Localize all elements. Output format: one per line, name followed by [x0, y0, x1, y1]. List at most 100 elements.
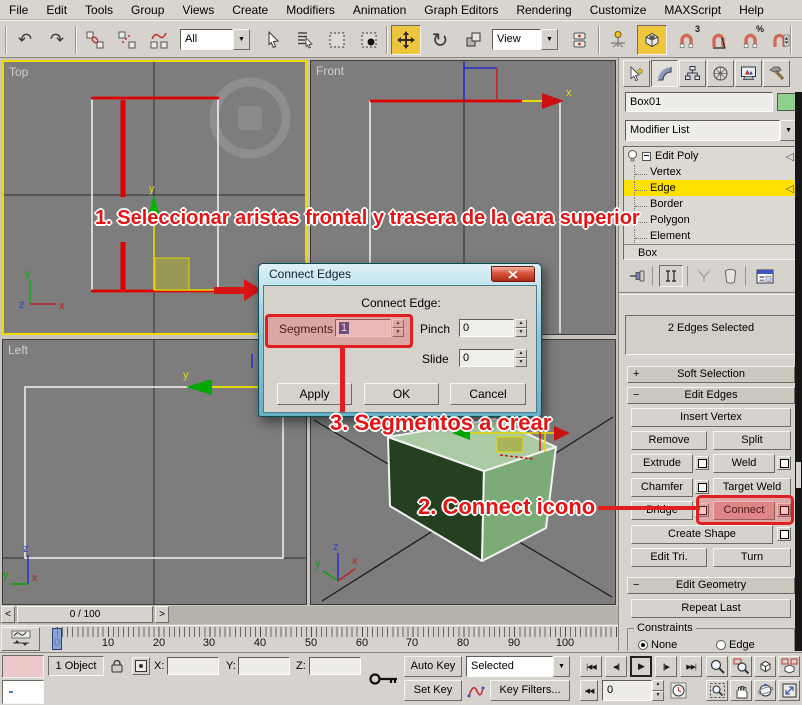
constraint-edge-radio[interactable]: Edge [716, 639, 755, 651]
menu-create[interactable]: Create [223, 0, 277, 20]
z-coord-field[interactable] [309, 657, 361, 675]
tab-modify[interactable] [651, 60, 678, 87]
tab-utilities[interactable] [763, 60, 790, 87]
modifier-active-icon[interactable]: ◁ [786, 182, 794, 195]
new-key-curve-icon[interactable] [466, 680, 486, 701]
menu-rendering[interactable]: Rendering [507, 0, 580, 20]
create-shape-button[interactable]: Create Shape [631, 525, 773, 544]
key-filters-button[interactable]: Key Filters... [490, 680, 570, 701]
select-and-manipulate-icon[interactable] [603, 25, 633, 55]
set-key-button[interactable]: Set Key [404, 680, 462, 701]
zoom-all-icon[interactable] [730, 656, 752, 677]
weld-settings-icon[interactable] [777, 456, 791, 470]
stack-item-edge-selected[interactable]: Edge ◁ [624, 180, 798, 196]
collapse-icon[interactable] [642, 152, 651, 161]
scrollbar-thumb[interactable] [796, 462, 801, 488]
panel-scrollbar[interactable] [795, 92, 802, 651]
create-shape-settings-icon[interactable] [777, 527, 791, 541]
remove-button[interactable]: Remove [631, 431, 707, 450]
selection-set-dropdown[interactable]: Selected ▼ [466, 656, 570, 677]
maximize-viewport-toggle-icon[interactable] [778, 680, 800, 701]
chevron-down-icon[interactable]: ▼ [541, 29, 558, 50]
viewport-left-label[interactable]: Left [8, 343, 28, 357]
stack-item-box[interactable]: Box [624, 244, 798, 260]
y-coord-field[interactable] [238, 657, 290, 675]
track-bar-ruler[interactable]: 0 10 20 30 40 50 60 70 80 90 100 [42, 626, 618, 652]
previous-frame-icon[interactable]: ◀|| [605, 656, 627, 677]
rectangular-selection-icon[interactable] [322, 25, 352, 55]
menu-help[interactable]: Help [730, 0, 773, 20]
viewport-front-label[interactable]: Front [316, 64, 344, 78]
bind-to-spacewarp-icon[interactable] [144, 25, 174, 55]
selection-filter-dropdown[interactable]: All ▼ [180, 29, 250, 50]
spinner-down-icon[interactable]: ▼ [515, 328, 527, 337]
auto-key-button[interactable]: Auto Key [404, 656, 462, 677]
tab-hierarchy[interactable] [679, 60, 706, 87]
chamfer-settings-icon[interactable] [695, 480, 709, 494]
repeat-last-button[interactable]: Repeat Last [631, 599, 791, 618]
menu-file[interactable]: File [0, 0, 37, 20]
slide-spinner[interactable]: ▲ ▼ [515, 349, 527, 367]
zoom-extents-icon[interactable] [754, 656, 776, 677]
time-slider-prev-button[interactable]: < [1, 606, 15, 623]
select-and-move-icon[interactable] [391, 25, 421, 55]
menu-animation[interactable]: Animation [344, 0, 415, 20]
ok-button[interactable]: OK [364, 383, 439, 405]
current-frame-field[interactable]: 0 [602, 680, 652, 701]
spinner-up-icon[interactable]: ▲ [515, 349, 527, 358]
goto-start-icon[interactable]: |◀◀ [580, 656, 602, 677]
angle-snap-icon[interactable] [703, 25, 733, 55]
stack-item-edit-poly[interactable]: Edit Poly ◁ [624, 148, 798, 164]
extrude-button[interactable]: Extrude [631, 454, 693, 473]
menu-customize[interactable]: Customize [581, 0, 656, 20]
maxscript-mini-listener-pink[interactable] [2, 655, 44, 678]
menu-tools[interactable]: Tools [76, 0, 122, 20]
menu-modifiers[interactable]: Modifiers [277, 0, 344, 20]
spinner-up-icon[interactable]: ▲ [652, 680, 664, 691]
selection-lock-icon[interactable] [108, 657, 126, 675]
mini-curve-editor-button[interactable] [1, 627, 40, 651]
chamfer-button[interactable]: Chamfer [631, 478, 693, 497]
tab-motion[interactable] [707, 60, 734, 87]
select-by-name-icon[interactable] [290, 25, 320, 55]
absolute-offset-mode-icon[interactable] [132, 657, 150, 675]
rollout-edit-geometry[interactable]: − Edit Geometry [627, 577, 795, 594]
expand-icon[interactable]: + [633, 367, 639, 382]
x-coord-field[interactable] [167, 657, 219, 675]
rollout-soft-selection[interactable]: + Soft Selection [627, 366, 795, 383]
bridge-button[interactable]: Bridge [631, 501, 693, 520]
snap-3d-icon[interactable]: 3 [671, 25, 701, 55]
stack-item-polygon[interactable]: Polygon [624, 212, 798, 228]
time-slider-track[interactable]: < 0 / 100 > [0, 606, 618, 624]
unlink-selection-icon[interactable] [112, 25, 142, 55]
show-end-result-icon[interactable] [659, 265, 683, 287]
lightbulb-icon[interactable] [626, 149, 639, 163]
select-and-link-icon[interactable] [80, 25, 110, 55]
menu-group[interactable]: Group [122, 0, 173, 20]
coordinate-system-dropdown[interactable]: View ▼ [492, 29, 558, 50]
configure-modifier-sets-icon[interactable] [753, 266, 777, 286]
spinner-up-icon[interactable]: ▲ [515, 319, 527, 328]
radio-icon[interactable] [638, 640, 648, 650]
object-color-swatch[interactable] [777, 93, 796, 111]
time-configuration-icon[interactable] [668, 680, 689, 701]
make-unique-icon[interactable] [693, 266, 715, 286]
modifier-active-icon[interactable]: ◁ [786, 150, 794, 163]
snaps-toggle-icon[interactable] [637, 25, 667, 55]
pan-hand-icon[interactable] [730, 680, 752, 701]
tab-create[interactable] [623, 60, 650, 87]
select-object-icon[interactable] [258, 25, 288, 55]
close-icon[interactable] [491, 266, 535, 282]
menu-views[interactable]: Views [173, 0, 223, 20]
viewport-top-label[interactable]: Top [9, 65, 28, 79]
zoom-extents-all-icon[interactable] [778, 656, 800, 677]
track-bar[interactable]: 0 10 20 30 40 50 60 70 80 90 100 [0, 625, 618, 652]
edit-tri-button[interactable]: Edit Tri. [631, 548, 707, 567]
stack-item-element[interactable]: Element [624, 228, 798, 244]
menu-graph-editors[interactable]: Graph Editors [415, 0, 507, 20]
zoom-icon[interactable] [706, 656, 728, 677]
chevron-down-icon[interactable]: ▼ [233, 29, 250, 50]
chevron-down-icon[interactable]: ▼ [553, 656, 570, 677]
weld-button[interactable]: Weld [713, 454, 775, 473]
frame-spinner[interactable]: ▲ ▼ [652, 680, 664, 701]
